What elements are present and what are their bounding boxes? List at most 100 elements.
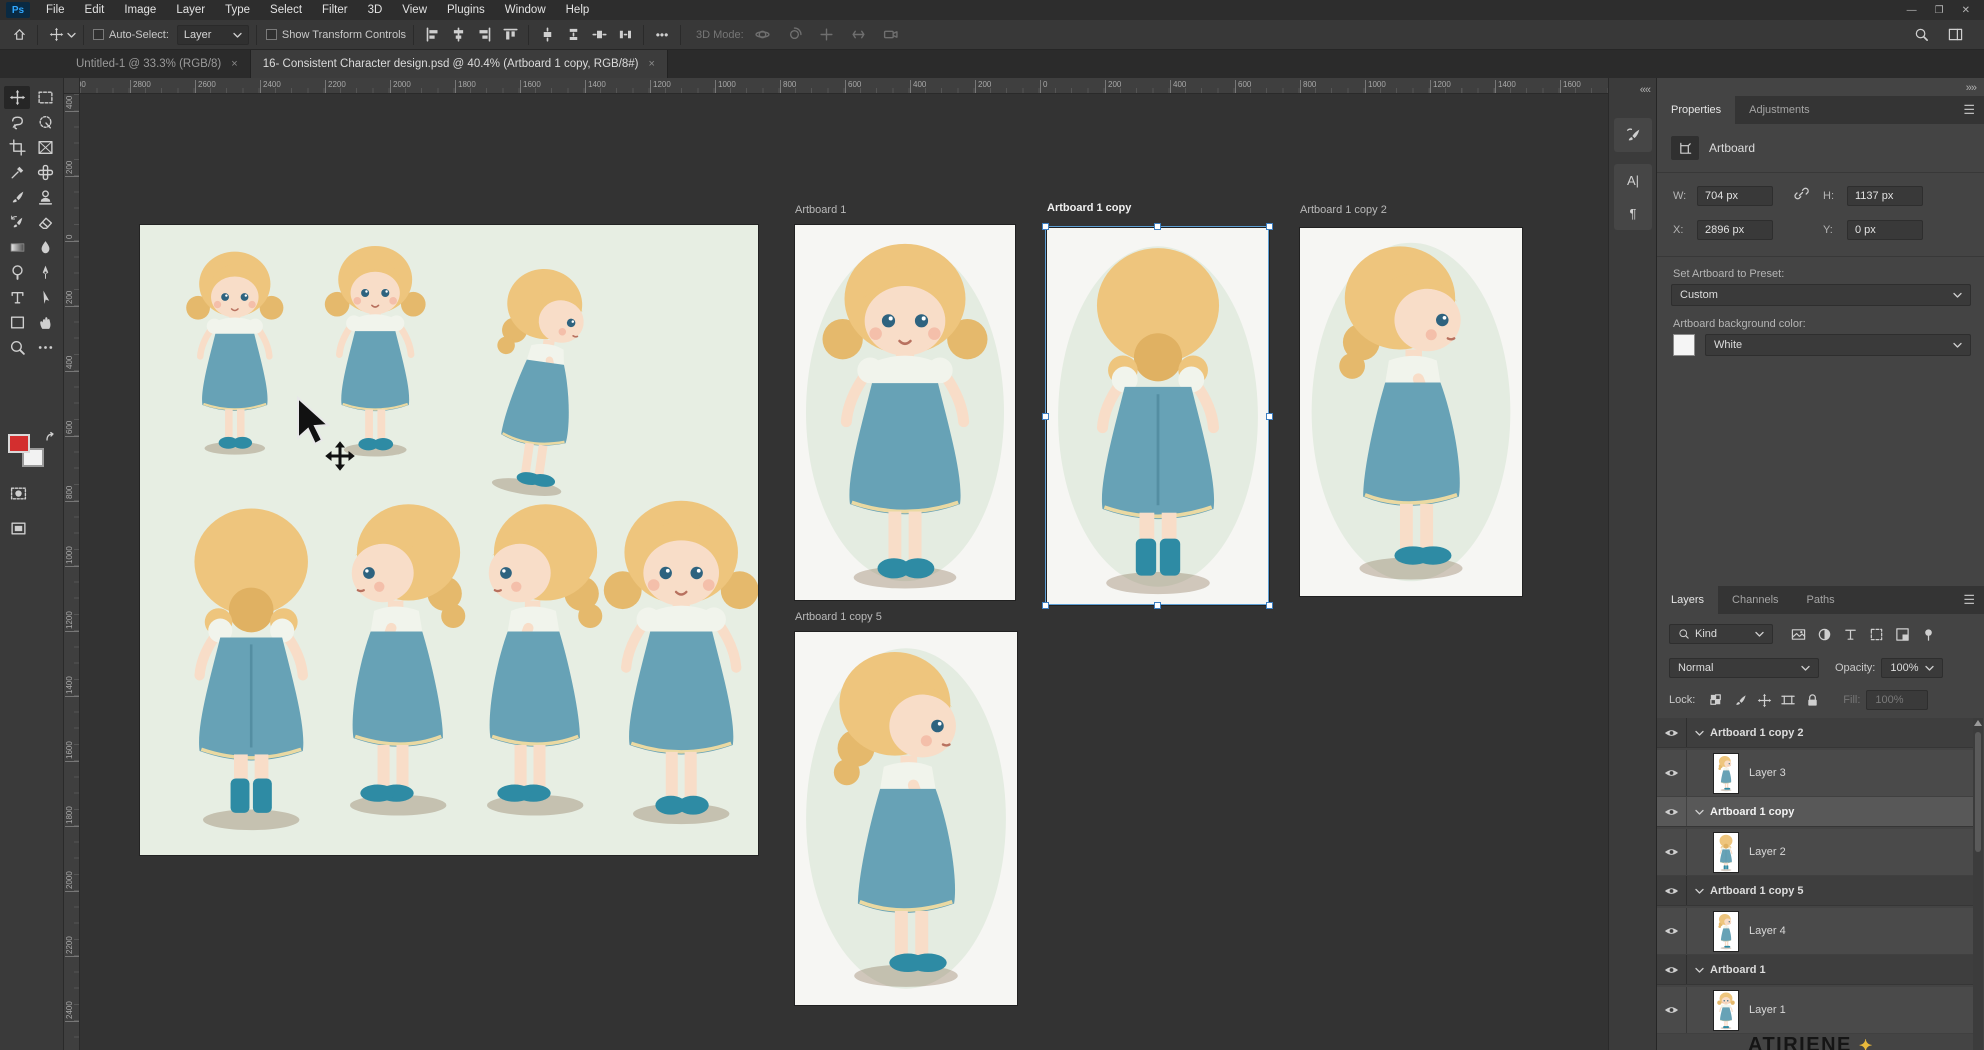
tab-channels[interactable]: Channels <box>1718 586 1792 614</box>
distribute-top-icon[interactable] <box>536 24 558 46</box>
layer-layer-3[interactable]: Layer 3 <box>1657 750 1979 797</box>
minimize-button[interactable]: — <box>1907 5 1917 16</box>
menu-window[interactable]: Window <box>495 0 556 20</box>
tool-move[interactable] <box>4 86 30 109</box>
menu-filter[interactable]: Filter <box>312 0 358 20</box>
tool-eyedropper[interactable] <box>4 161 30 184</box>
artboard-label-artboard-1-copy-2[interactable]: Artboard 1 copy 2 <box>1300 204 1387 216</box>
filter-pin-icon[interactable] <box>1917 624 1939 644</box>
width-field[interactable]: 704 px <box>1697 186 1773 206</box>
document-tab-1[interactable]: 16- Consistent Character design.psd @ 40… <box>251 50 668 78</box>
auto-select-target-dropdown[interactable]: Layer <box>177 25 249 45</box>
foreground-color-swatch[interactable] <box>8 434 30 453</box>
tool-gradient[interactable] <box>4 236 30 259</box>
layer-thumbnail[interactable] <box>1713 911 1739 952</box>
panel-menu-icon[interactable]: ☰ <box>1963 102 1984 118</box>
align-top-icon[interactable] <box>499 24 521 46</box>
chevron-down-icon[interactable] <box>1695 964 1704 976</box>
3d-slide-icon[interactable] <box>848 24 870 46</box>
tool-marquee[interactable] <box>32 86 58 109</box>
artboard-bg-dropdown[interactable]: White <box>1705 334 1971 356</box>
layer-group-artboard-1-copy[interactable]: Artboard 1 copy <box>1657 797 1979 827</box>
align-left-icon[interactable] <box>421 24 443 46</box>
opacity-dropdown[interactable]: 100% <box>1881 658 1943 678</box>
tool-eraser[interactable] <box>32 211 58 234</box>
menu-layer[interactable]: Layer <box>166 0 215 20</box>
lock-artboard-icon[interactable] <box>1777 690 1799 710</box>
artboard-1-copy-2[interactable] <box>1300 228 1522 596</box>
layer-layer-1[interactable]: Layer 1 <box>1657 987 1979 1034</box>
artboard-1-copy-5[interactable] <box>795 632 1017 1005</box>
height-field[interactable]: 1137 px <box>1847 186 1923 206</box>
paragraph-panel-icon[interactable]: ¶ <box>1630 206 1637 221</box>
tool-brush[interactable] <box>4 186 30 209</box>
layer-layer-2[interactable]: Layer 2 <box>1657 829 1979 876</box>
tool-zoom[interactable] <box>4 336 30 359</box>
lock-pixels-icon[interactable] <box>1729 690 1751 710</box>
distribute-vcenter-icon[interactable] <box>562 24 584 46</box>
layer-group-artboard-1[interactable]: Artboard 1 <box>1657 955 1979 985</box>
filter-adjustment-layers-icon[interactable] <box>1813 624 1835 644</box>
more-align-options-button[interactable]: ••• <box>651 24 673 46</box>
visibility-eye-icon[interactable] <box>1657 718 1687 747</box>
3d-roll-icon[interactable] <box>784 24 806 46</box>
filter-pixel-layers-icon[interactable] <box>1787 624 1809 644</box>
visibility-eye-icon[interactable] <box>1657 750 1687 796</box>
tool-crop[interactable] <box>4 136 30 159</box>
search-icon[interactable] <box>1910 24 1932 46</box>
close-tab-icon[interactable]: × <box>649 50 655 78</box>
layer-filter-kind-dropdown[interactable]: Kind <box>1669 624 1773 644</box>
3d-pan-icon[interactable] <box>816 24 838 46</box>
character-panel-icon[interactable]: A| <box>1627 173 1639 188</box>
menu-plugins[interactable]: Plugins <box>437 0 495 20</box>
visibility-eye-icon[interactable] <box>1657 876 1687 905</box>
align-right-icon[interactable] <box>473 24 495 46</box>
auto-select-checkbox[interactable] <box>93 29 104 40</box>
maximize-button[interactable]: ❐ <box>1935 5 1944 16</box>
tool-dodge[interactable] <box>4 261 30 284</box>
blend-mode-dropdown[interactable]: Normal <box>1669 658 1819 678</box>
tab-layers[interactable]: Layers <box>1657 586 1718 614</box>
tool-clone-stamp[interactable] <box>32 186 58 209</box>
home-icon[interactable] <box>8 24 30 46</box>
lock-transparency-icon[interactable] <box>1705 690 1727 710</box>
character-sheet-image[interactable] <box>140 225 758 855</box>
chevron-down-icon[interactable] <box>1695 806 1704 818</box>
visibility-eye-icon[interactable] <box>1657 987 1687 1033</box>
swap-colors-icon[interactable] <box>44 430 56 448</box>
close-button[interactable]: ✕ <box>1962 5 1970 16</box>
quick-mask-icon[interactable] <box>5 482 31 505</box>
layer-group-artboard-1-copy-5[interactable]: Artboard 1 copy 5 <box>1657 876 1979 906</box>
tool-more[interactable] <box>32 336 58 359</box>
artboard-1[interactable] <box>795 225 1015 600</box>
artboard-label-artboard-1[interactable]: Artboard 1 <box>795 204 846 216</box>
tool-blur[interactable] <box>32 236 58 259</box>
distribute-hcenter-icon[interactable] <box>614 24 636 46</box>
menu-help[interactable]: Help <box>556 0 600 20</box>
artboard-label-artboard-1-copy[interactable]: Artboard 1 copy <box>1047 202 1131 214</box>
chevron-down-icon[interactable] <box>67 29 76 41</box>
document-tab-0[interactable]: Untitled-1 @ 33.3% (RGB/8) × <box>64 50 251 78</box>
filter-shape-layers-icon[interactable] <box>1865 624 1887 644</box>
3d-orbit-icon[interactable] <box>752 24 774 46</box>
tool-healing[interactable] <box>32 161 58 184</box>
visibility-eye-icon[interactable] <box>1657 797 1687 826</box>
preset-dropdown[interactable]: Custom <box>1671 284 1971 306</box>
tool-path-select[interactable] <box>32 286 58 309</box>
link-dimensions-icon[interactable] <box>1793 186 1809 205</box>
menu-view[interactable]: View <box>392 0 437 20</box>
tool-pen[interactable] <box>32 261 58 284</box>
tab-properties[interactable]: Properties <box>1657 96 1735 124</box>
menu-select[interactable]: Select <box>260 0 312 20</box>
lock-all-icon[interactable] <box>1801 690 1823 710</box>
tool-hand[interactable] <box>32 311 58 334</box>
scroll-up-arrow[interactable] <box>1974 720 1982 726</box>
menu-image[interactable]: Image <box>114 0 166 20</box>
artboard-label-artboard-1-copy-5[interactable]: Artboard 1 copy 5 <box>795 611 882 623</box>
distribute-left-icon[interactable] <box>588 24 610 46</box>
panel-menu-icon[interactable]: ☰ <box>1963 592 1984 608</box>
visibility-eye-icon[interactable] <box>1657 908 1687 954</box>
chevron-down-icon[interactable] <box>1695 885 1704 897</box>
tool-lasso[interactable] <box>4 111 30 134</box>
tool-type[interactable] <box>4 286 30 309</box>
